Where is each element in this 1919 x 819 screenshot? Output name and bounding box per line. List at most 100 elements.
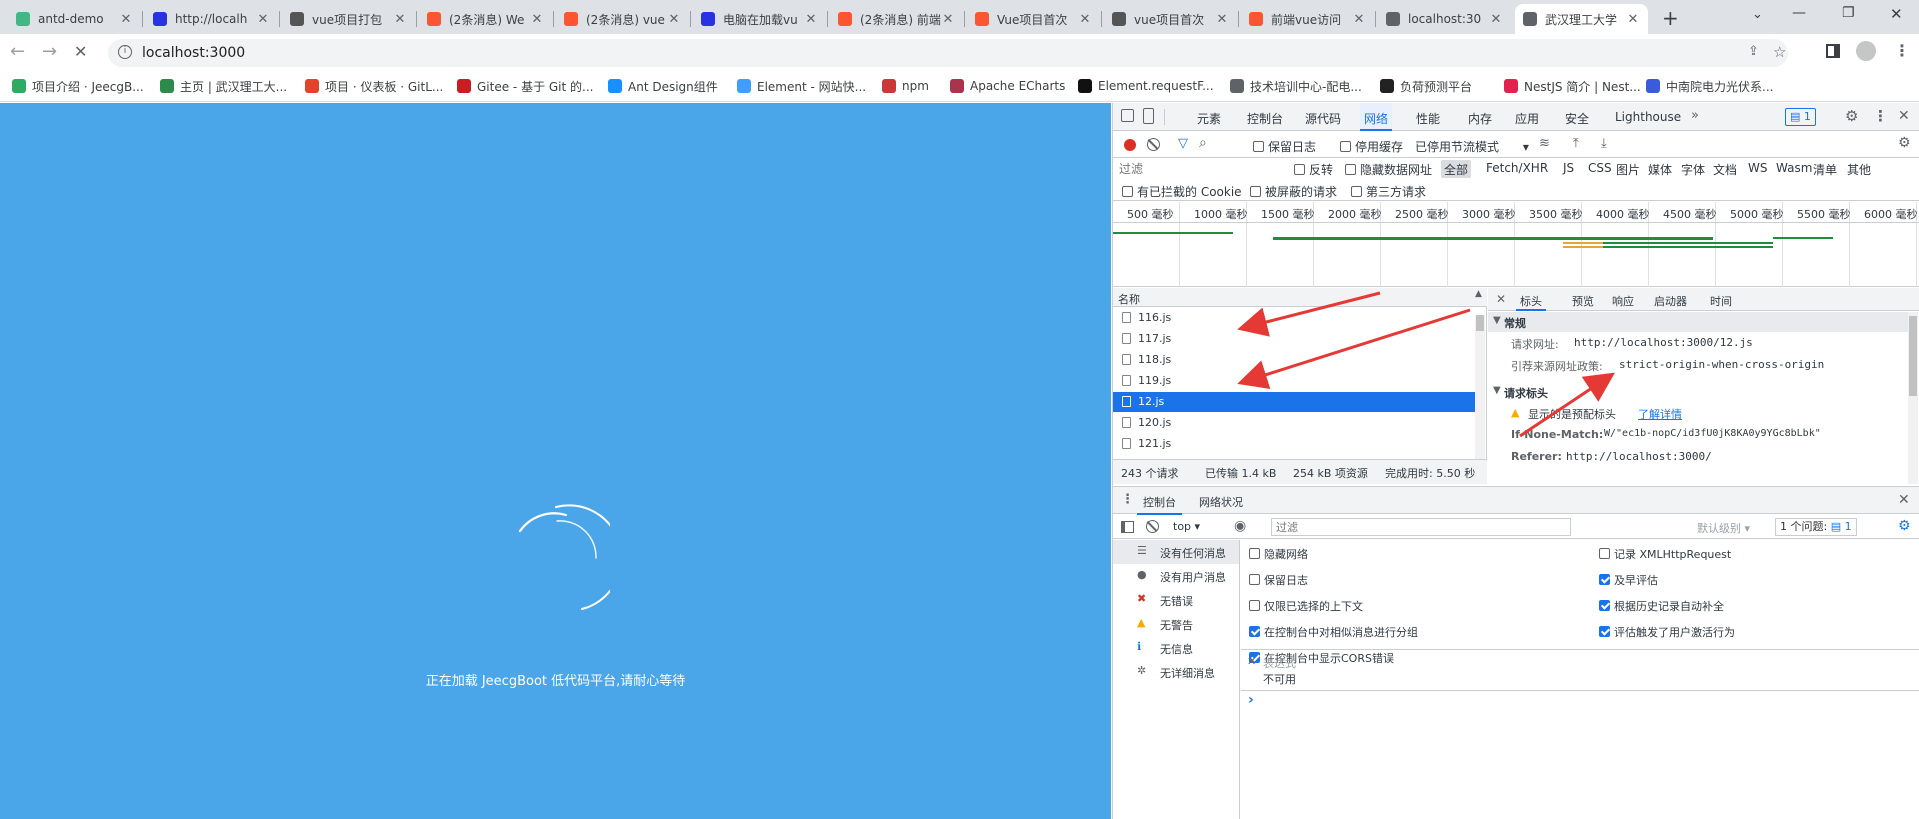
close-tab-icon[interactable]: ✕ [1352, 12, 1366, 27]
drawer-menu-icon[interactable]: ⋮ [1121, 492, 1134, 507]
console-setting-checkbox[interactable]: 评估触发了用户激活行为 [1599, 624, 1735, 640]
console-filter-input[interactable] [1271, 518, 1571, 536]
close-tab-icon[interactable]: ✕ [530, 12, 544, 27]
request-headers-section-header[interactable]: ▼ 请求标头 [1488, 383, 1908, 401]
blocked-requests-checkbox[interactable]: 被屏蔽的请求 [1250, 183, 1337, 200]
browser-tab[interactable]: 电脑在加载vu ✕ [693, 4, 826, 34]
learn-more-link[interactable]: 了解详情 [1638, 406, 1682, 422]
resource-type-filter[interactable]: 图片 [1613, 160, 1643, 178]
resource-type-filter[interactable]: 全部 [1441, 160, 1472, 178]
disable-cache-checkbox[interactable]: 停用缓存 [1340, 138, 1403, 155]
address-bar[interactable]: i localhost:3000 ⇪ ☆ [108, 39, 1788, 67]
bookmark-item[interactable]: 项目 · 仪表板 · GitL... [305, 77, 443, 95]
console-sidebar-item[interactable]: ✖ 无错误 [1113, 588, 1239, 612]
network-settings-icon[interactable]: ⚙ [1898, 135, 1911, 151]
forward-icon[interactable]: → [42, 42, 62, 62]
import-har-icon[interactable]: ⤒ [1573, 136, 1579, 151]
console-setting-checkbox[interactable]: 记录 XMLHttpRequest [1599, 546, 1731, 562]
checkbox[interactable] [1249, 626, 1260, 637]
preserve-log-checkbox[interactable]: 保留日志 [1253, 138, 1316, 155]
request-row[interactable]: 12.js [1113, 392, 1475, 412]
devtools-tab[interactable]: 内存 [1464, 103, 1496, 131]
more-tabs-icon[interactable]: » [1691, 108, 1699, 123]
close-devtools-icon[interactable]: ✕ [1898, 108, 1910, 124]
blocked-cookies-checkbox[interactable]: 有已拦截的 Cookie [1122, 183, 1242, 200]
console-settings-icon[interactable]: ⚙ [1898, 518, 1911, 534]
settings-gear-icon[interactable]: ⚙ [1845, 107, 1858, 125]
console-setting-checkbox[interactable]: 及早评估 [1599, 572, 1658, 588]
side-panel-icon[interactable] [1826, 44, 1840, 58]
sidebar-toggle-icon[interactable] [1121, 521, 1134, 533]
request-row[interactable]: 116.js [1113, 308, 1475, 328]
browser-tab[interactable]: http://localh ✕ [145, 4, 278, 34]
devtools-tab[interactable]: 源代码 [1301, 103, 1345, 131]
resource-type-filter[interactable]: WS [1745, 160, 1770, 178]
throttle-select[interactable]: 已停用节流模式 ▾ [1415, 138, 1529, 155]
browser-tab[interactable]: antd-demo ✕ [8, 4, 141, 34]
console-issues-badge[interactable]: 1 个问题: ▤ 1 [1775, 518, 1857, 536]
checkbox[interactable] [1599, 600, 1610, 611]
inspect-element-icon[interactable] [1121, 109, 1134, 122]
minimize-icon[interactable]: — [1792, 5, 1806, 21]
detail-tab[interactable]: 预览 [1568, 288, 1598, 311]
close-tab-icon[interactable]: ✕ [1489, 12, 1503, 27]
bookmark-item[interactable]: 项目介绍 · JeecgB... [12, 77, 144, 95]
profile-avatar[interactable] [1856, 41, 1876, 61]
expression-label[interactable]: 表达式 [1263, 655, 1296, 671]
new-tab-icon[interactable]: + [1662, 6, 1679, 30]
browser-tab[interactable]: (2条消息) vue ✕ [556, 4, 689, 34]
detail-tab[interactable]: 标头 [1516, 288, 1546, 311]
bookmark-item[interactable]: 技术培训中心-配电... [1230, 77, 1362, 95]
log-level-select[interactable]: 默认级别 ▾ [1697, 520, 1750, 536]
request-row[interactable]: 117.js [1113, 329, 1475, 349]
detail-scrollbar[interactable] [1908, 312, 1918, 484]
detail-tab[interactable]: 响应 [1608, 288, 1638, 311]
detail-tab[interactable]: 时间 [1706, 288, 1736, 311]
console-setting-checkbox[interactable]: 保留日志 [1249, 572, 1308, 588]
device-toolbar-icon[interactable] [1143, 108, 1154, 124]
back-icon[interactable]: ← [10, 42, 30, 62]
network-filter-input[interactable] [1117, 160, 1277, 178]
resource-type-filter[interactable]: Fetch/XHR [1483, 160, 1551, 178]
resource-type-filter[interactable]: JS [1560, 160, 1577, 178]
browser-menu-icon[interactable]: ⋮ [1894, 41, 1910, 60]
detail-tab[interactable]: 启动器 [1650, 288, 1691, 311]
browser-tab[interactable]: (2条消息) 前端 ✕ [830, 4, 963, 34]
request-row[interactable]: 121.js [1113, 434, 1475, 454]
general-section-header[interactable]: ▼ 常规 [1488, 312, 1908, 332]
clear-console-icon[interactable] [1146, 520, 1159, 533]
resource-type-filter[interactable]: 字体 [1678, 160, 1708, 178]
resource-type-filter[interactable]: CSS [1585, 160, 1615, 178]
issues-badge[interactable]: ▤ 1 [1785, 108, 1816, 126]
close-tab-icon[interactable]: ✕ [393, 12, 407, 27]
request-row[interactable]: 120.js [1113, 413, 1475, 433]
checkbox[interactable] [1249, 548, 1260, 559]
devtools-tab[interactable]: 网络 [1360, 103, 1393, 131]
browser-tab[interactable]: 前端vue访问 ✕ [1241, 4, 1374, 34]
console-sidebar-item[interactable]: ☰ 没有任何消息 [1113, 540, 1239, 564]
network-conditions-icon[interactable]: ≋ [1539, 136, 1550, 151]
devtools-menu-icon[interactable]: ⋮ [1873, 107, 1888, 125]
devtools-tab[interactable]: 应用 [1511, 103, 1543, 131]
console-setting-checkbox[interactable]: 在控制台中对相似消息进行分组 [1249, 624, 1418, 640]
close-tab-icon[interactable]: ✕ [1626, 12, 1640, 27]
close-tab-icon[interactable]: ✕ [804, 12, 818, 27]
bookmark-item[interactable]: npm [882, 77, 929, 95]
request-row[interactable]: 118.js [1113, 350, 1475, 370]
close-tab-icon[interactable]: ✕ [256, 12, 270, 27]
checkbox[interactable] [1599, 574, 1610, 585]
remove-expression-icon[interactable]: ✕ [1247, 655, 1256, 668]
site-info-icon[interactable]: i [118, 45, 132, 59]
close-window-icon[interactable]: ✕ [1890, 5, 1903, 23]
bookmark-item[interactable]: NestJS 简介 | Nest... [1504, 77, 1641, 95]
search-icon[interactable]: ⌕ [1199, 135, 1207, 151]
hide-data-urls-checkbox[interactable]: 隐藏数据网址 [1345, 161, 1432, 178]
devtools-tab[interactable]: 元素 [1193, 103, 1225, 131]
checkbox[interactable] [1599, 626, 1610, 637]
console-sidebar-item[interactable]: ● 没有用户消息 [1113, 564, 1239, 588]
resource-type-filter[interactable]: 媒体 [1645, 160, 1675, 178]
browser-tab[interactable]: vue项目首次 ✕ [1104, 4, 1237, 34]
request-list-scrollbar[interactable] [1475, 315, 1485, 461]
console-setting-checkbox[interactable]: 仅限已选择的上下文 [1249, 598, 1363, 614]
resource-type-filter[interactable]: 清单 [1810, 160, 1840, 178]
